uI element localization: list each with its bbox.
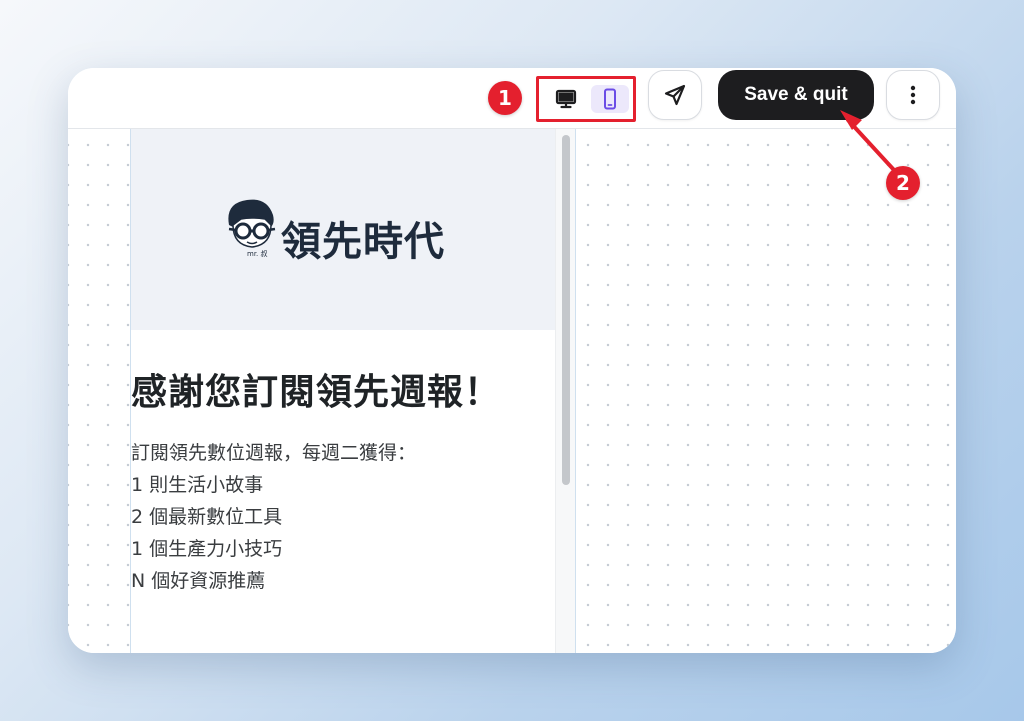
logo-text: 領先時代 — [281, 219, 445, 265]
body-line: 1 個生產力小技巧 — [131, 538, 283, 560]
mascot-logo-icon: mr. 叔 — [228, 199, 276, 258]
body-line: N 個好資源推薦 — [131, 570, 266, 592]
body-line: 2 個最新數位工具 — [131, 506, 283, 528]
scrollbar-thumb[interactable] — [562, 135, 570, 485]
more-options-button[interactable] — [886, 70, 940, 120]
editor-canvas: mr. 叔 領先時代 感謝您訂閱領先週報！ 訂閱領先數位週報，每週二獲得： 1 … — [68, 129, 956, 653]
monitor-icon — [555, 89, 577, 109]
save-and-quit-button[interactable]: Save & quit — [718, 70, 874, 120]
device-preview-toggle — [536, 76, 636, 122]
body-line: 訂閱領先數位週報，每週二獲得： — [131, 442, 417, 464]
logo-mark-text: mr. 叔 — [247, 249, 268, 258]
preview-scrollbar[interactable] — [555, 129, 575, 653]
send-test-button[interactable] — [648, 70, 702, 120]
email-preview: mr. 叔 領先時代 感謝您訂閱領先週報！ 訂閱領先數位週報，每週二獲得： 1 … — [130, 129, 576, 653]
send-icon — [664, 84, 686, 106]
email-headline: 感謝您訂閱領先週報！ — [131, 372, 502, 413]
annotation-badge-1: 1 — [488, 81, 522, 115]
logo-banner: mr. 叔 領先時代 — [131, 129, 555, 330]
smartphone-icon — [604, 88, 616, 110]
mobile-view-button[interactable] — [591, 85, 629, 113]
editor-window: Save & quit mr. 叔 領先時代 感謝您訂閱領先週報！ 訂閱領先數位… — [68, 68, 956, 653]
email-body: 訂閱領先數位週報，每週二獲得： 1 則生活小故事 2 個最新數位工具 1 個生產… — [131, 437, 416, 597]
body-line: 1 則生活小故事 — [131, 474, 264, 496]
more-vertical-icon — [910, 85, 916, 105]
annotation-badge-2: 2 — [886, 166, 920, 200]
desktop-view-button[interactable] — [547, 85, 585, 113]
